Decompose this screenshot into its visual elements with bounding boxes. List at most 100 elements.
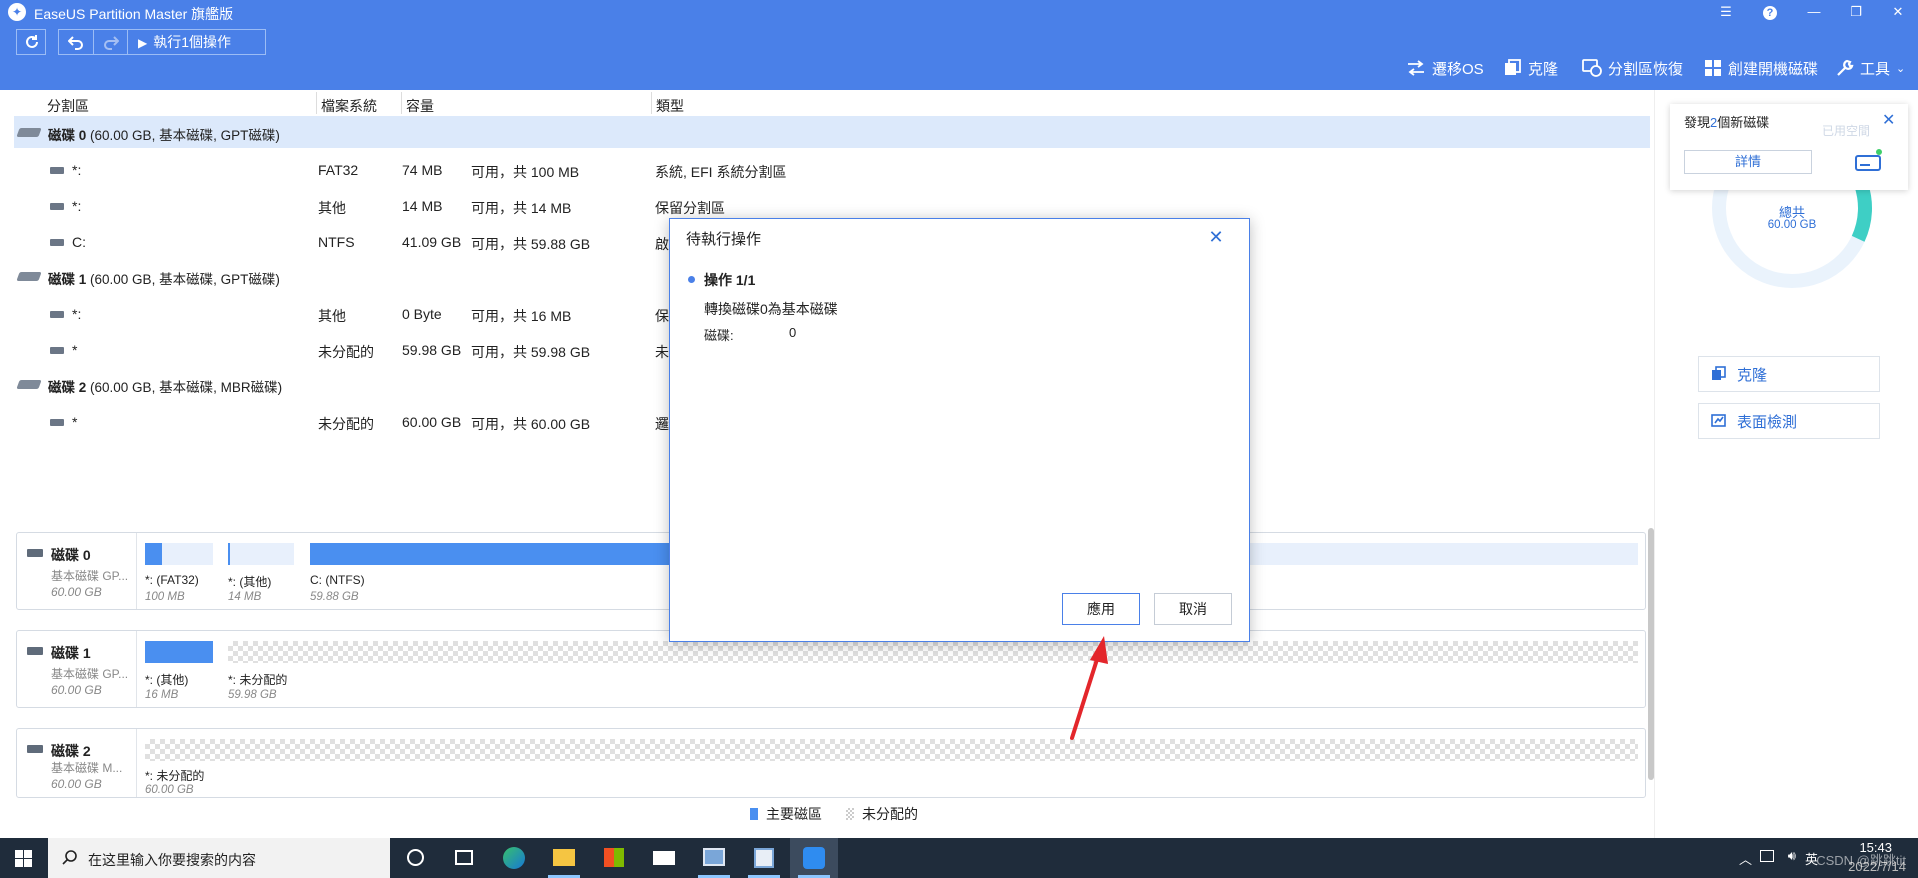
segment-bar[interactable] (145, 543, 213, 565)
edge-icon (503, 847, 525, 869)
refresh-button[interactable] (16, 29, 46, 55)
partition-icon (50, 347, 64, 354)
segment-fill (145, 543, 162, 565)
partition-icon (50, 167, 64, 174)
legend-label: 主要磁區 (766, 806, 822, 822)
tool-label: 克隆 (1528, 60, 1559, 78)
segment-size: 14 MB (228, 591, 262, 603)
clone-icon (1504, 59, 1522, 77)
segment-bar[interactable] (145, 641, 213, 663)
partition-used: 41.09 GB (402, 234, 462, 250)
disk-map-info: 磁碟 2 基本磁碟 M... 60.00 GB (17, 729, 137, 797)
partition-type: 啟 (655, 236, 669, 252)
taskbar-search-box[interactable]: 在这里输入你要搜索的内容 (48, 838, 390, 878)
explorer-app[interactable] (540, 838, 588, 878)
table-row[interactable]: *: FAT32 74 MB 可用，共 100 MB 系統, EFI 系統分割區 (0, 153, 1652, 187)
disk-name: 磁碟 0 (48, 128, 87, 143)
tray-chevron-up-icon[interactable]: ︿ (1739, 849, 1752, 868)
notification-text: 發現2個新磁碟 (1684, 112, 1769, 131)
segment-bar[interactable] (145, 739, 1638, 761)
computer-icon (703, 848, 725, 866)
disk-map-size: 60.00 GB (51, 683, 102, 697)
mail-app[interactable] (640, 838, 688, 878)
partition-used: 74 MB (402, 162, 443, 178)
legend-swatch (750, 808, 758, 820)
column-divider (401, 92, 402, 114)
legend: 主要磁區 未分配的 (750, 804, 918, 824)
col-header-filesystem[interactable]: 檔案系統 (321, 96, 377, 116)
disk-map-info: 磁碟 0 基本磁碟 GP... 60.00 GB (17, 533, 137, 609)
disk-map-subtitle: 基本磁碟 GP... (51, 569, 129, 583)
tool-migrate-os[interactable]: 遷移OS (1406, 56, 1484, 80)
disk-map-subtitle: 基本磁碟 M... (51, 761, 123, 775)
faded-used-space: 已用空間 (1822, 124, 1871, 138)
task-view-button[interactable] (392, 838, 440, 878)
store-app[interactable] (590, 838, 638, 878)
volume-icon[interactable]: 🔊︎ (1788, 848, 1796, 864)
help-icon[interactable]: ? (1760, 2, 1780, 22)
partition-used: 14 MB (402, 198, 443, 214)
disk-map-title: 磁碟 0 (51, 547, 91, 563)
recovery-icon (1582, 59, 1602, 77)
clone-action-button[interactable]: 克隆 (1698, 356, 1880, 392)
tool-label: 遷移OS (1432, 60, 1484, 78)
segment-label: *: (FAT32) (145, 573, 199, 587)
folder-icon (553, 849, 575, 866)
details-button[interactable]: 詳情 (1684, 150, 1812, 174)
network-icon[interactable] (1760, 850, 1774, 862)
disk-map-card-2[interactable]: 磁碟 2 基本磁碟 M... 60.00 GB *: 未分配的 60.00 GB (16, 728, 1646, 798)
partition-icon (50, 239, 64, 246)
segment-label: *: 未分配的 (145, 769, 205, 783)
redo-button[interactable] (94, 30, 129, 54)
column-divider (316, 92, 317, 114)
tool-clone[interactable]: 克隆 (1504, 56, 1558, 80)
minimize-button[interactable]: — (1804, 2, 1824, 22)
partition-capacity: 可用，共 60.00 GB (471, 416, 591, 432)
store-icon (604, 848, 624, 867)
disk-map-size: 60.00 GB (51, 777, 102, 791)
dialog-close-button[interactable]: ✕ (1205, 226, 1227, 248)
disk-info: (60.00 GB, 基本磁碟, GPT磁碟) (90, 272, 280, 287)
segment-label: *: (其他) (228, 575, 272, 589)
col-header-partition[interactable]: 分割區 (47, 96, 89, 116)
segment-bar[interactable] (228, 641, 1638, 663)
app-title: EaseUS Partition Master 旗艦版 (34, 6, 234, 22)
legend-item: 未分配的 (846, 804, 918, 824)
refresh-icon (24, 34, 40, 53)
new-disk-notification: 已用空間 發現2個新磁碟 ✕ 詳情 (1670, 104, 1908, 190)
easeus-app[interactable] (790, 838, 838, 878)
start-button[interactable] (0, 838, 48, 878)
segment-size: 100 MB (145, 591, 185, 603)
segment-bar[interactable] (228, 543, 294, 565)
col-header-capacity[interactable]: 容量 (406, 96, 434, 116)
title-bar: ✦ EaseUS Partition Master 旗艦版 ☰ ? — ❐ ✕ (0, 0, 1918, 24)
undo-button[interactable] (59, 30, 94, 54)
disk-mgmt-app[interactable] (690, 838, 738, 878)
image-icon (754, 848, 774, 868)
disk-row-0[interactable]: 磁碟 0 (60.00 GB, 基本磁碟, GPT磁碟) (14, 116, 1650, 148)
easeus-icon (803, 847, 825, 869)
operation-disk-label: 磁碟: (704, 328, 734, 343)
close-window-button[interactable]: ✕ (1888, 2, 1908, 22)
undo-icon (67, 34, 84, 53)
cancel-button[interactable]: 取消 (1154, 593, 1232, 625)
apply-button[interactable]: 應用 (1062, 593, 1140, 625)
menu-icon[interactable]: ☰ (1716, 2, 1736, 22)
migrate-icon (1406, 60, 1426, 76)
close-icon[interactable]: ✕ (1882, 110, 1895, 130)
execute-operations-button[interactable]: ▶ 執行1個操作 (127, 29, 266, 55)
partition-used: 60.00 GB (402, 414, 462, 430)
col-header-type[interactable]: 類型 (656, 96, 684, 116)
task-switch-button[interactable] (440, 838, 488, 878)
disk-icon (27, 549, 43, 557)
surface-test-button[interactable]: 表面檢測 (1698, 403, 1880, 439)
watermark: CSDN @跳跳tit (1816, 853, 1906, 868)
restore-button[interactable]: ❐ (1846, 2, 1866, 22)
segment-label: *: (其他) (145, 673, 189, 687)
tool-create-bootable[interactable]: 創建開機磁碟 (1704, 56, 1818, 80)
operation-heading: 操作 1/1 (704, 272, 756, 288)
tool-partition-recovery[interactable]: 分割區恢復 (1582, 56, 1683, 80)
tool-tools-menu[interactable]: 工具 ⌄ (1836, 56, 1905, 80)
edge-app[interactable] (490, 838, 538, 878)
image-app[interactable] (740, 838, 788, 878)
